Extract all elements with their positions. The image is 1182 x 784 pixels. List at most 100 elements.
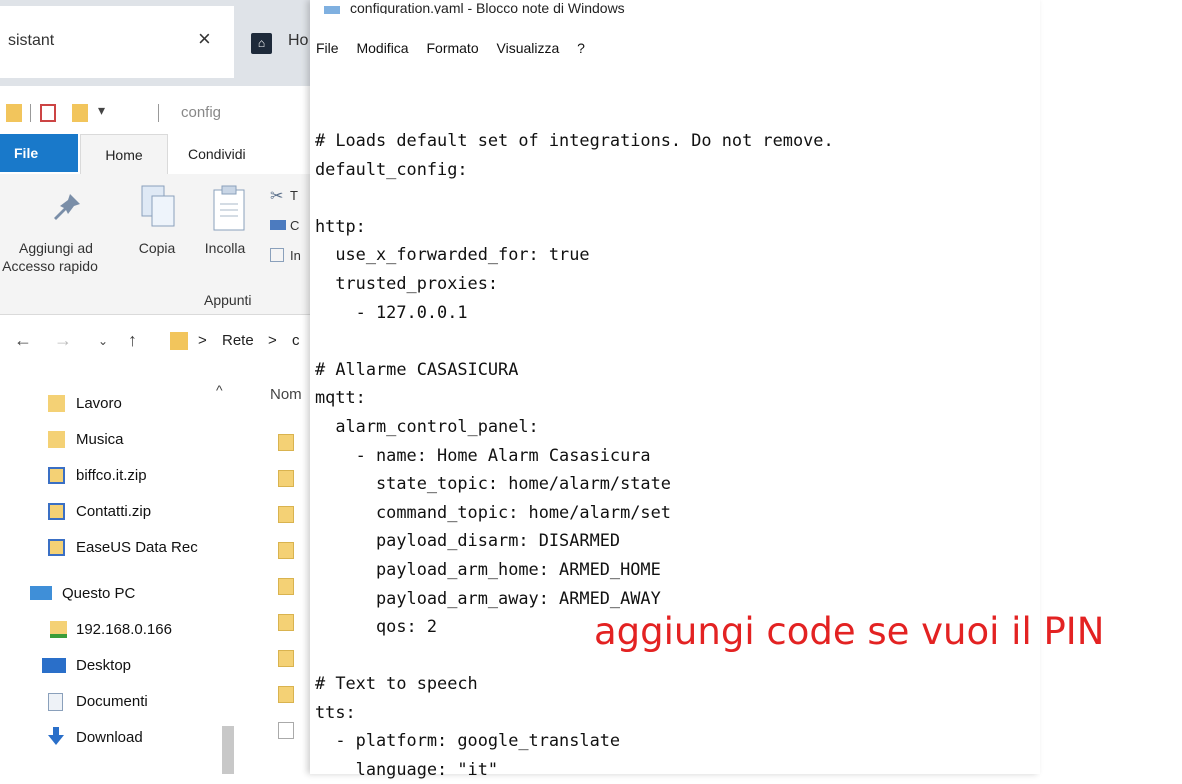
up-arrow-icon[interactable]: ↑ [128, 330, 137, 351]
network-drive-icon [50, 621, 67, 638]
browser-tab-title: Ho [288, 32, 309, 49]
sidebar-item-lavoro[interactable]: Lavoro [0, 386, 230, 422]
copy-button[interactable]: Copia [132, 174, 182, 284]
toolbar-divider [30, 104, 31, 122]
text-editor-area[interactable]: # Loads default set of integrations. Do … [315, 126, 834, 784]
zip-icon [48, 539, 65, 556]
sidebar-item-desktop[interactable]: Desktop [0, 648, 230, 684]
sidebar-scrollbar[interactable] [222, 726, 234, 774]
browser-tab-active[interactable]: sistant × [0, 6, 234, 78]
folder-icon[interactable] [278, 686, 294, 703]
sidebar-item-label: Download [76, 729, 143, 746]
cut-label: T [290, 188, 298, 203]
sidebar-item-documenti[interactable]: Documenti [0, 684, 230, 720]
scissors-icon: ✂ [270, 188, 284, 205]
paste-label: Incolla [204, 240, 246, 256]
file-explorer-window: ▾ config File Home Condividi Aggiungi ad… [0, 86, 310, 774]
notepad-window: configuration.yaml - Blocco note di Wind… [310, 0, 1040, 779]
menu-visualizza[interactable]: Visualizza [497, 40, 560, 56]
notepad-icon [324, 6, 340, 14]
breadcrumb-separator: > [268, 332, 277, 349]
sidebar-item-easeus[interactable]: EaseUS Data Rec [0, 530, 230, 566]
breadcrumb-current[interactable]: c [292, 332, 300, 349]
save-icon[interactable] [6, 104, 22, 122]
pin-icon [54, 194, 80, 220]
clipboard-group-label: Appunti [204, 292, 252, 308]
pin-label-line1: Aggiungi ad [19, 240, 93, 256]
paste-icon [213, 185, 245, 231]
pin-quick-access-button[interactable]: Aggiungi ad Accesso rapido [0, 174, 112, 284]
tab-home[interactable]: Home [80, 134, 168, 174]
folder-icon[interactable] [278, 614, 294, 631]
folder-icon[interactable] [278, 470, 294, 487]
column-header-name[interactable]: Nom [270, 386, 302, 403]
navigation-bar: ← → ⌄ ↑ > Rete > c [0, 318, 310, 368]
folder-icon[interactable] [278, 542, 294, 559]
paste-button[interactable]: Incolla [196, 174, 260, 284]
ribbon-home-panel: Aggiungi ad Accesso rapido Copia Incolla [0, 174, 310, 315]
paste-shortcut-label: In [290, 248, 301, 263]
browser-tab-title: sistant [8, 32, 55, 49]
network-location-icon [170, 332, 188, 350]
ribbon-tabs: File Home Condividi [0, 134, 310, 174]
sidebar-item-label: EaseUS Data Rec [76, 539, 198, 556]
copy-icon [141, 185, 175, 227]
paste-shortcut-button[interactable]: In [270, 246, 310, 268]
desktop-icon [42, 658, 66, 673]
documents-icon [48, 693, 63, 711]
menu-formato[interactable]: Formato [426, 40, 478, 56]
home-assistant-favicon-icon: ⌂ [251, 33, 272, 54]
folder-icon[interactable] [278, 434, 294, 451]
paste-shortcut-icon [270, 248, 284, 262]
file-list: Nom [260, 376, 310, 774]
close-icon[interactable]: × [198, 26, 211, 52]
browser-tab-second[interactable]: ⌂ Ho [238, 6, 310, 78]
customize-toolbar-icon[interactable]: ▾ [98, 102, 105, 119]
download-icon [46, 726, 66, 746]
pin-label-line2: Accesso rapido [2, 258, 98, 274]
window-path-title: config [181, 104, 222, 121]
folder-icon[interactable] [278, 506, 294, 523]
sidebar-item-musica[interactable]: Musica [0, 422, 230, 458]
menu-file[interactable]: File [316, 40, 339, 56]
folder-icon[interactable] [278, 578, 294, 595]
zip-icon [48, 467, 65, 484]
sidebar-item-label: Lavoro [76, 395, 122, 412]
back-arrow-icon[interactable]: ← [14, 330, 32, 351]
tab-share[interactable]: Condividi [188, 134, 246, 174]
sidebar-item-biffco-zip[interactable]: biffco.it.zip [0, 458, 230, 494]
folder-icon [48, 431, 65, 448]
folder-icon [48, 395, 65, 412]
breadcrumb-separator: > [198, 332, 207, 349]
quick-access-toolbar: ▾ config [0, 86, 310, 134]
navigation-pane: ^ Lavoro Musica biffco.it.zip Contatti.z… [0, 376, 240, 774]
recent-locations-icon[interactable]: ⌄ [98, 334, 108, 348]
copy-path-label: C [290, 218, 300, 233]
menu-modifica[interactable]: Modifica [356, 40, 408, 56]
copy-label: Copia [138, 240, 176, 256]
notepad-title-bar: configuration.yaml - Blocco note di Wind… [324, 0, 625, 14]
annotation-text: aggiungi code se vuoi il PIN [594, 610, 1105, 653]
folder-icon[interactable] [278, 650, 294, 667]
zip-icon [48, 503, 65, 520]
breadcrumb-rete[interactable]: Rete [222, 332, 254, 349]
tab-file[interactable]: File [0, 134, 78, 172]
sidebar-item-contatti-zip[interactable]: Contatti.zip [0, 494, 230, 530]
sidebar-item-label: Documenti [76, 693, 148, 710]
sidebar-item-label: Questo PC [62, 585, 136, 602]
sidebar-item-download[interactable]: Download [0, 720, 230, 756]
sidebar-item-label: 192.168.0.166 [76, 621, 172, 638]
forward-arrow-icon[interactable]: → [54, 330, 72, 351]
sidebar-item-network-drive[interactable]: 192.168.0.166 [0, 612, 230, 648]
window-title: configuration.yaml - Blocco note di Wind… [350, 0, 625, 14]
sidebar-item-label: biffco.it.zip [76, 467, 147, 484]
sidebar-item-label: Musica [76, 431, 124, 448]
file-icon[interactable] [278, 722, 294, 739]
cut-button[interactable]: ✂ T [270, 186, 310, 208]
copy-path-button[interactable]: C [270, 216, 310, 238]
sidebar-item-questo-pc[interactable]: Questo PC [0, 576, 230, 612]
new-folder-icon[interactable] [72, 104, 88, 122]
menu-help[interactable]: ? [577, 40, 585, 56]
computer-icon [30, 586, 52, 600]
properties-icon[interactable] [40, 104, 56, 122]
